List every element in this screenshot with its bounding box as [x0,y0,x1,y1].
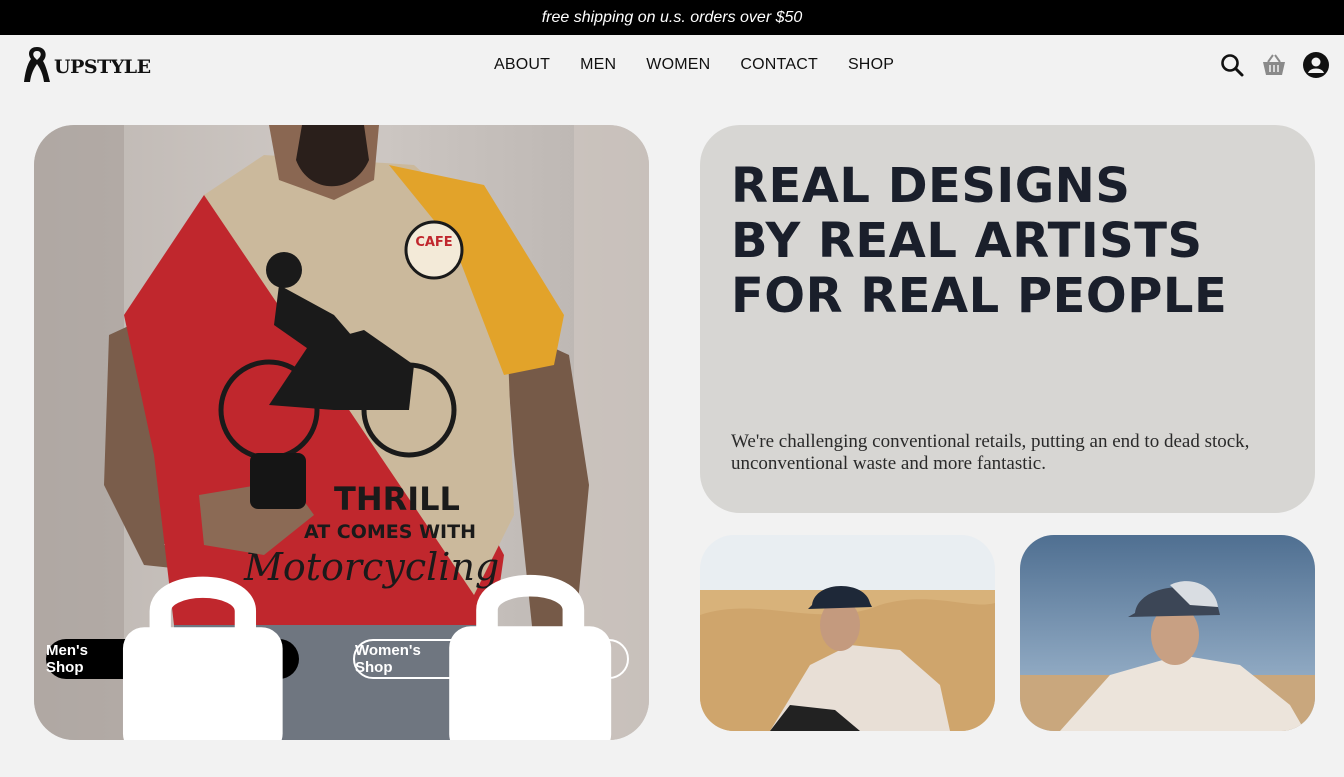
search-icon[interactable] [1218,51,1246,79]
brand-name: UPSTYLE [54,55,151,78]
nav-about[interactable]: ABOUT [494,56,550,74]
nav-contact[interactable]: CONTACT [740,56,818,74]
header-actions [1218,51,1330,79]
mens-shop-label: Men's Shop [46,642,88,676]
headline-line-1: REAL DESIGNS [731,158,1131,214]
user-icon[interactable] [1302,51,1330,79]
brand-logo[interactable]: UPSTYLE [22,44,151,89]
womens-shop-label: Women's Shop [355,642,421,676]
basket-icon[interactable] [1260,51,1288,79]
shirt-badge-text: CAFE [415,235,452,250]
hero-headline: REAL DESIGNS BY REAL ARTISTS FOR REAL PE… [731,159,1227,324]
hero-image-tshirt: CAFE THRILL AT COMES WITH Motorcycling M… [34,125,649,740]
brand-mark-icon [22,44,52,89]
nav-men[interactable]: MEN [580,56,616,74]
nav-shop[interactable]: SHOP [848,56,894,74]
womens-shop-button[interactable]: Women's Shop [353,575,629,740]
announcement-bar: free shipping on u.s. orders over $50 [0,0,1344,35]
hero-text-card: REAL DESIGNS BY REAL ARTISTS FOR REAL PE… [700,125,1315,513]
mens-shop-button[interactable]: Men's Shop [46,576,299,740]
model-photo-desert [700,535,995,731]
hero-description: We're challenging conventional retails, … [731,431,1250,474]
headline-line-3: FOR REAL PEOPLE [731,268,1228,324]
site-header: UPSTYLE ABOUT MEN WOMEN CONTACT SHOP [0,35,1344,95]
model-photo-sky [1020,535,1315,731]
shopping-bag-icon [433,556,627,740]
shirt-print-line1: THRILL [334,480,460,518]
nav-women[interactable]: WOMEN [646,56,710,74]
headline-line-2: BY REAL ARTISTS [731,213,1203,269]
main-nav: ABOUT MEN WOMEN CONTACT SHOP [494,56,894,74]
shirt-print-line2: AT COMES WITH [304,521,476,543]
announcement-text: free shipping on u.s. orders over $50 [541,8,803,26]
shopping-bag-icon [107,558,299,740]
